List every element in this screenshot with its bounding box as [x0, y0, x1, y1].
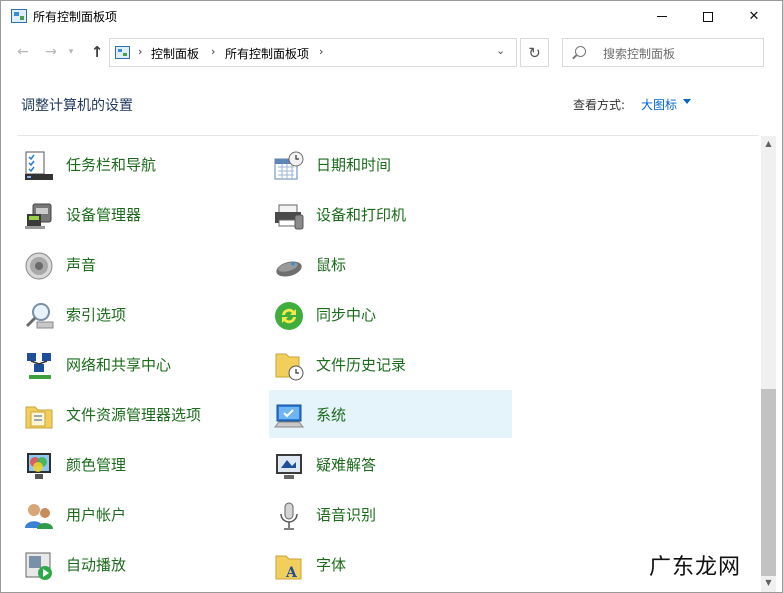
- fonts-icon: A: [275, 555, 302, 581]
- back-button[interactable]: ←: [13, 42, 33, 62]
- item-speech-recognition[interactable]: 语音识别: [269, 490, 512, 538]
- item-taskbar[interactable]: 任务栏和导航: [19, 140, 262, 188]
- caret-down-icon[interactable]: [683, 99, 691, 104]
- microphone-icon: [280, 502, 298, 530]
- search-box[interactable]: 搜索控制面板: [562, 38, 764, 67]
- index-search-icon: [25, 303, 54, 329]
- view-by-label: 查看方式:: [573, 98, 626, 112]
- search-icon: [575, 46, 586, 57]
- calendar-clock-icon: [274, 151, 304, 180]
- item-label: 文件历史记录: [316, 356, 407, 374]
- troubleshooting-icon: [276, 454, 302, 479]
- divider: [18, 135, 758, 136]
- address-bar[interactable]: › 控制面板 › 所有控制面板项 › ⌄: [109, 38, 517, 67]
- item-color-management[interactable]: 颜色管理: [19, 440, 262, 488]
- item-label: 声音: [66, 256, 97, 274]
- scroll-up-icon[interactable]: ▲: [761, 139, 776, 151]
- svg-text:A: A: [285, 565, 298, 581]
- address-dropdown-icon[interactable]: ⌄: [496, 44, 505, 57]
- item-user-accounts[interactable]: 用户帐户: [19, 490, 262, 538]
- item-system[interactable]: 系统: [269, 390, 512, 438]
- refresh-button[interactable]: ↻: [520, 38, 549, 67]
- item-indexing-options[interactable]: 索引选项: [19, 290, 262, 338]
- navigation-bar: ← → ▾ ↑ › 控制面板 › 所有控制面板项 › ⌄ ↻ 搜索控制面板: [1, 32, 782, 72]
- view-by-dropdown[interactable]: 大图标: [641, 96, 677, 113]
- system-icon: [273, 404, 305, 428]
- network-icon: [27, 353, 51, 379]
- control-panel-icon: [115, 46, 130, 59]
- printer-icon: [275, 204, 304, 230]
- item-label: 日期和时间: [316, 156, 392, 174]
- item-label: 文件资源管理器选项: [66, 406, 202, 424]
- breadcrumb-control-panel[interactable]: 控制面板: [151, 45, 199, 62]
- control-panel-icon: [11, 9, 27, 23]
- refresh-icon: ↻: [528, 43, 541, 62]
- item-label: 用户帐户: [66, 506, 127, 524]
- scrollbar-thumb[interactable]: [761, 389, 776, 576]
- close-button[interactable]: ✕: [731, 1, 777, 32]
- breadcrumb-chevron-icon[interactable]: ›: [319, 45, 323, 58]
- control-panel-window: 所有控制面板项 ✕ ← → ▾ ↑ › 控制面板 › 所有控制面板项 › ⌄ ↻…: [0, 0, 783, 593]
- color-management-icon: [27, 453, 51, 479]
- breadcrumb-all-items[interactable]: 所有控制面板项: [225, 45, 309, 62]
- item-troubleshooting[interactable]: 疑难解答: [269, 440, 512, 488]
- breadcrumb-chevron-icon[interactable]: ›: [211, 45, 215, 58]
- item-file-history[interactable]: 文件历史记录: [269, 340, 512, 388]
- page-title: 调整计算机的设置: [21, 98, 133, 114]
- item-device-manager[interactable]: 设备管理器: [19, 190, 262, 238]
- file-history-icon: [275, 353, 304, 381]
- device-manager-icon: [25, 203, 52, 229]
- user-accounts-icon: [25, 504, 53, 529]
- item-label: 语音识别: [316, 506, 377, 524]
- recent-locations-button[interactable]: ▾: [64, 42, 78, 62]
- item-label: 自动播放: [66, 556, 127, 574]
- item-date-time[interactable]: 日期和时间: [269, 140, 512, 188]
- maximize-icon: [703, 11, 713, 22]
- minimize-button[interactable]: [639, 1, 685, 32]
- speaker-icon: [25, 252, 53, 280]
- item-label: 同步中心: [316, 306, 377, 324]
- item-file-explorer-options[interactable]: 文件资源管理器选项: [19, 390, 262, 438]
- watermark: 广东龙网: [649, 555, 742, 580]
- scroll-down-icon[interactable]: ▼: [761, 578, 776, 590]
- arrow-up-icon: ↑: [90, 43, 104, 61]
- autoplay-icon: [25, 552, 52, 580]
- close-icon: ✕: [748, 9, 760, 24]
- item-label: 索引选项: [66, 306, 127, 324]
- title-bar: 所有控制面板项 ✕: [1, 1, 782, 32]
- item-autoplay[interactable]: 自动播放: [19, 540, 262, 588]
- item-label: 任务栏和导航: [66, 156, 157, 174]
- folder-options-icon: [25, 406, 53, 429]
- item-devices-printers[interactable]: 设备和打印机: [269, 190, 512, 238]
- item-label: 设备和打印机: [316, 206, 407, 224]
- maximize-button[interactable]: [685, 1, 731, 32]
- forward-button[interactable]: →: [41, 42, 61, 62]
- item-sync-center[interactable]: 同步中心: [269, 290, 512, 338]
- item-network-sharing[interactable]: 网络和共享中心: [19, 340, 262, 388]
- mouse-icon: [276, 261, 302, 277]
- item-sound[interactable]: 声音: [19, 240, 262, 288]
- window-title: 所有控制面板项: [33, 10, 118, 24]
- item-label: 鼠标: [316, 256, 347, 274]
- minimize-icon: [657, 16, 667, 17]
- item-mouse[interactable]: 鼠标: [269, 240, 512, 288]
- item-fonts[interactable]: A 字体: [269, 540, 512, 588]
- item-label: 字体: [316, 556, 347, 574]
- search-placeholder: 搜索控制面板: [603, 47, 676, 61]
- arrow-right-icon: →: [45, 44, 57, 60]
- up-button[interactable]: ↑: [87, 42, 107, 62]
- chevron-down-icon: ▾: [68, 47, 74, 57]
- item-label: 颜色管理: [66, 456, 127, 474]
- taskbar-icon: [25, 151, 53, 180]
- sync-icon: [275, 302, 303, 330]
- arrow-left-icon: ←: [17, 44, 29, 60]
- item-label: 网络和共享中心: [66, 356, 172, 374]
- item-label: 疑难解答: [316, 456, 377, 474]
- breadcrumb-chevron-icon[interactable]: ›: [138, 45, 142, 58]
- item-label: 设备管理器: [66, 206, 142, 224]
- item-label: 系统: [316, 406, 347, 424]
